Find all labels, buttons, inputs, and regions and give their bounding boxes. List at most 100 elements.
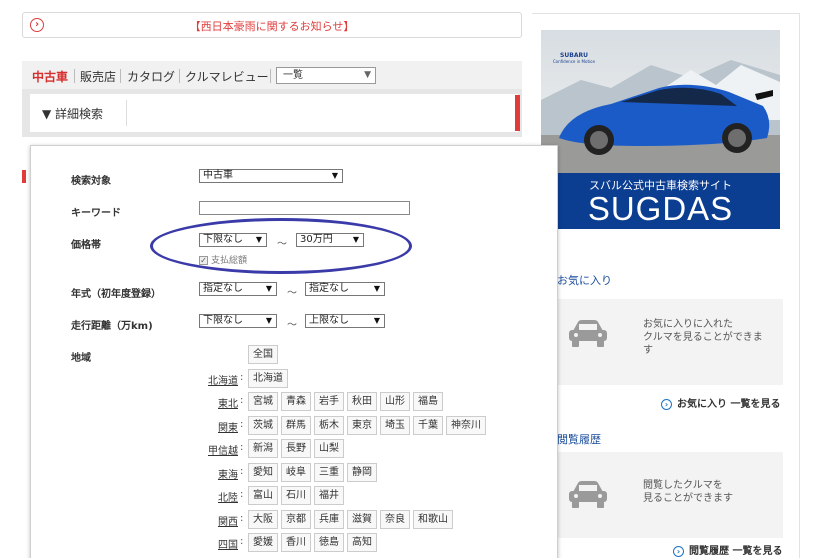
prefecture-button[interactable]: 愛媛 bbox=[248, 533, 278, 552]
detail-search-toggle[interactable]: ▼ 詳細検索 bbox=[42, 105, 103, 122]
prefecture-button[interactable]: 千葉 bbox=[413, 415, 443, 435]
brand-name: SUBARU bbox=[560, 52, 588, 59]
region-link[interactable]: 東北 bbox=[188, 395, 238, 410]
region-link[interactable]: 甲信越 bbox=[188, 442, 238, 457]
chevron-down-icon: ▼ bbox=[373, 284, 380, 293]
tab-reviews[interactable]: クルマレビュー bbox=[185, 68, 269, 85]
list-select-value: 一覧 bbox=[283, 70, 303, 81]
tab-catalog[interactable]: カタログ bbox=[127, 68, 175, 85]
history-message-line: 閲覧したクルマを bbox=[643, 480, 723, 491]
prefecture-button[interactable]: 大阪 bbox=[248, 509, 278, 529]
favorites-message-line: す bbox=[643, 345, 653, 356]
prefecture-button[interactable]: 石川 bbox=[281, 486, 311, 505]
favorites-title: お気に入り bbox=[557, 274, 612, 287]
prefecture-button[interactable]: 秋田 bbox=[347, 392, 377, 411]
year-min-select[interactable]: 指定なし ▼ bbox=[199, 282, 277, 296]
mileage-max-select[interactable]: 上限なし ▼ bbox=[305, 314, 385, 328]
price-label: 価格帯 bbox=[71, 240, 101, 251]
prefecture-button[interactable]: 福井 bbox=[314, 486, 344, 505]
region-colon: : bbox=[240, 371, 244, 383]
prefecture-button[interactable]: 兵庫 bbox=[314, 509, 344, 529]
chevron-down-icon: ▼ bbox=[373, 316, 380, 325]
tab-used-cars[interactable]: 中古車 bbox=[32, 68, 68, 85]
prefecture-button[interactable]: 富山 bbox=[248, 486, 278, 505]
prefecture-button[interactable]: 三重 bbox=[314, 462, 344, 482]
divider bbox=[126, 100, 127, 126]
favorites-list-link[interactable]: › お気に入り 一覧を見る bbox=[661, 395, 780, 410]
chevron-down-icon: ▼ bbox=[331, 171, 338, 180]
prefecture-button[interactable]: 青森 bbox=[281, 392, 311, 411]
prefecture-button[interactable]: 山梨 bbox=[314, 439, 344, 458]
tab-dealers[interactable]: 販売店 bbox=[80, 68, 116, 85]
history-list-link[interactable]: › 閲覧履歴 一覧を見る bbox=[673, 542, 782, 557]
highlight-annotation bbox=[150, 218, 412, 274]
year-max-select[interactable]: 指定なし ▼ bbox=[305, 282, 385, 296]
prefecture-button[interactable]: 長野 bbox=[281, 439, 311, 458]
region-link[interactable]: 北陸 bbox=[188, 489, 238, 504]
year-min-value: 指定なし bbox=[203, 283, 243, 294]
prefecture-button[interactable]: 高知 bbox=[347, 533, 377, 552]
region-link[interactable]: 四国 bbox=[188, 536, 238, 551]
history-card: 閲覧したクルマを 見ることができます bbox=[557, 452, 783, 538]
prefecture-button[interactable]: 愛知 bbox=[248, 462, 278, 482]
prefecture-button[interactable]: 岐阜 bbox=[281, 462, 311, 482]
region-link[interactable]: 関東 bbox=[188, 419, 238, 434]
prefecture-button[interactable]: 滋賀 bbox=[347, 509, 377, 529]
prefecture-button[interactable]: 埼玉 bbox=[380, 415, 410, 435]
banner-title: SUGDAS bbox=[587, 190, 734, 227]
prefecture-button[interactable]: 静岡 bbox=[347, 462, 377, 482]
tab-divider bbox=[74, 69, 75, 83]
history-link-label: 閲覧履歴 一覧を見る bbox=[689, 546, 783, 557]
tab-divider bbox=[120, 69, 121, 83]
prefecture-button[interactable]: 岩手 bbox=[314, 392, 344, 411]
mileage-min-value: 下限なし bbox=[203, 315, 243, 326]
search-target-label: 検索対象 bbox=[71, 176, 111, 187]
region-colon: : bbox=[240, 442, 244, 453]
search-target-value: 中古車 bbox=[203, 170, 233, 181]
notice-bar[interactable]: › 【西日本豪雨に関するお知らせ】 bbox=[22, 12, 522, 38]
prefecture-button[interactable]: 新潟 bbox=[248, 439, 278, 458]
chevron-down-icon: ▼ bbox=[265, 284, 272, 293]
detail-search-inner: ▼ 詳細検索 bbox=[30, 94, 518, 132]
region-link[interactable]: 北海道 bbox=[188, 372, 238, 387]
area-label: 地域 bbox=[71, 353, 91, 364]
mileage-label: 走行距離（万km) bbox=[71, 321, 153, 332]
subaru-logo: SUBARU Confidence in Motion bbox=[549, 52, 599, 64]
arrow-circle-icon: › bbox=[661, 398, 672, 410]
prefecture-button[interactable]: 宮城 bbox=[248, 392, 278, 411]
prefecture-button[interactable]: 福島 bbox=[413, 392, 443, 411]
prefecture-button[interactable]: 香川 bbox=[281, 533, 311, 552]
prefecture-button[interactable]: 東京 bbox=[347, 415, 377, 435]
favorites-message-line: クルマを見ることができま bbox=[643, 332, 763, 343]
car-icon bbox=[569, 481, 607, 508]
brand-tagline: Confidence in Motion bbox=[552, 59, 596, 64]
prefecture-button[interactable]: 京都 bbox=[281, 509, 311, 529]
region-link[interactable]: 東海 bbox=[188, 466, 238, 481]
search-target-select[interactable]: 中古車 ▼ bbox=[199, 169, 343, 183]
prefecture-button[interactable]: 山形 bbox=[380, 392, 410, 411]
prefecture-button[interactable]: 群馬 bbox=[281, 415, 311, 435]
mileage-min-select[interactable]: 下限なし ▼ bbox=[199, 314, 277, 328]
keyword-label: キーワード bbox=[71, 208, 121, 219]
sugdas-banner[interactable]: SUBARU Confidence in Motion スバル公式中古車検索サイ… bbox=[541, 30, 780, 229]
prefecture-button[interactable]: 徳島 bbox=[314, 533, 344, 552]
region-colon: : bbox=[240, 465, 244, 477]
keyword-input[interactable] bbox=[199, 201, 410, 215]
prefecture-button[interactable]: 和歌山 bbox=[413, 509, 453, 529]
history-message: 閲覧したクルマを 見ることができます bbox=[643, 479, 733, 505]
year-label: 年式（初年度登録） bbox=[71, 289, 161, 300]
region-link[interactable]: 関西 bbox=[188, 513, 238, 528]
range-tilde: ～ bbox=[287, 320, 297, 331]
prefecture-button[interactable]: 栃木 bbox=[314, 415, 344, 435]
detail-search-popup: 検索対象 中古車 ▼ キーワード 価格帯 下限なし ▼ ～ 30万円 ▼ ✓ 支払総額 … bbox=[30, 145, 558, 558]
region-colon: : bbox=[240, 489, 244, 500]
mileage-max-value: 上限なし bbox=[309, 315, 349, 326]
prefecture-button[interactable]: 神奈川 bbox=[446, 415, 486, 435]
prefecture-button[interactable]: 奈良 bbox=[380, 509, 410, 529]
prefecture-button[interactable]: 北海道 bbox=[248, 368, 288, 388]
tab-divider bbox=[179, 69, 180, 83]
prefecture-button[interactable]: 全国 bbox=[248, 345, 278, 364]
list-select[interactable]: 一覧 ▼ bbox=[276, 67, 376, 84]
notice-text[interactable]: 【西日本豪雨に関するお知らせ】 bbox=[23, 18, 521, 34]
prefecture-button[interactable]: 茨城 bbox=[248, 415, 278, 435]
